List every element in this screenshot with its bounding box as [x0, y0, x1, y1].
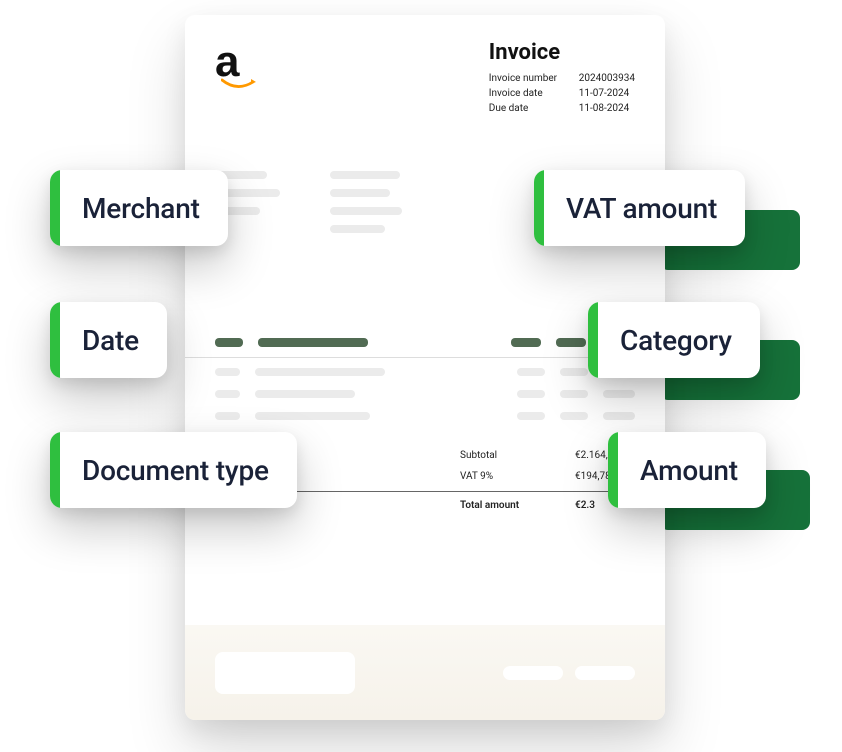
due-date-value: 11-08-2024 [579, 101, 630, 116]
pill-label-document-type: Document type [60, 454, 297, 487]
pill-accent [534, 170, 544, 246]
footer-placeholder-small-1 [503, 666, 563, 680]
pill-accent [588, 302, 598, 378]
pill-category: Category [588, 302, 760, 378]
pill-label-merchant: Merchant [60, 192, 228, 225]
pill-accent [50, 302, 60, 378]
pill-merchant: Merchant [50, 170, 228, 246]
pill-label-category: Category [598, 324, 760, 357]
merchant-logo: a [215, 40, 257, 95]
pill-vat-amount: VAT amount [534, 170, 745, 246]
invoice-date-value: 11-07-2024 [579, 86, 630, 101]
line-items-table [215, 338, 635, 420]
footer-placeholder-small-2 [575, 666, 635, 680]
invoice-title: Invoice [489, 40, 635, 65]
pill-accent [50, 432, 60, 508]
amazon-smile-icon [221, 78, 257, 92]
subtotal-label: Subtotal [460, 450, 535, 461]
footer-placeholder-large [215, 652, 355, 694]
pill-document-type: Document type [50, 432, 297, 508]
invoice-footer [185, 625, 665, 720]
pill-accent [608, 432, 618, 508]
pill-accent [50, 170, 60, 246]
invoice-date-label: Invoice date [489, 86, 561, 101]
pill-label-amount: Amount [618, 454, 766, 487]
invoice-meta: Invoice number 2024003934 Invoice date 1… [489, 71, 635, 116]
pill-label-vat-amount: VAT amount [544, 192, 745, 225]
pill-date: Date [50, 302, 167, 378]
invoice-number-value: 2024003934 [579, 71, 635, 86]
invoice-number-label: Invoice number [489, 71, 561, 86]
total-label: Total amount [460, 500, 535, 511]
pill-amount: Amount [608, 432, 766, 508]
vat-label: VAT 9% [460, 471, 535, 482]
pill-label-date: Date [60, 324, 167, 357]
due-date-label: Due date [489, 101, 561, 116]
